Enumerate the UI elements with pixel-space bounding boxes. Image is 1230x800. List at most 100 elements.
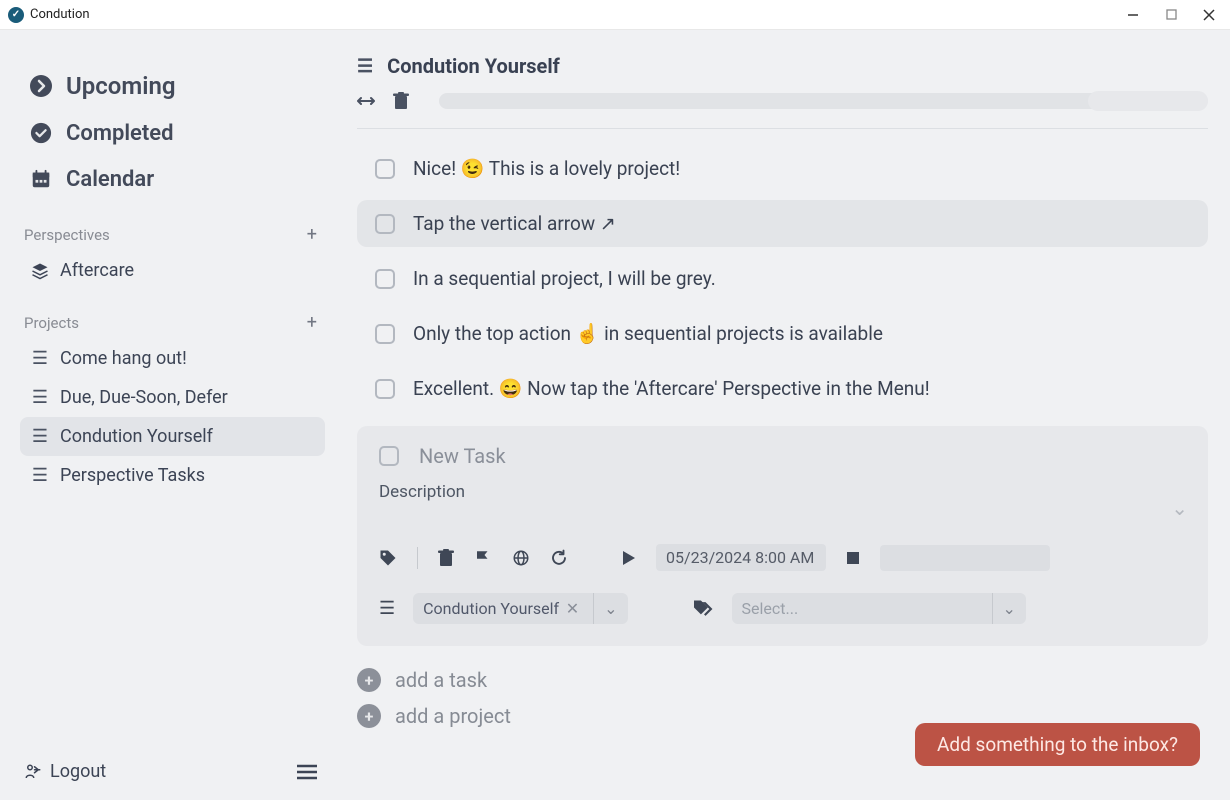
plus-circle-icon: + bbox=[357, 704, 381, 728]
inbox-prompt-text: Add something to the inbox? bbox=[937, 733, 1178, 756]
project-item-2[interactable]: ☰ Condution Yourself bbox=[20, 417, 325, 456]
inbox-quick-add[interactable]: Add something to the inbox? bbox=[915, 723, 1200, 766]
task-text: Excellent. 😄 Now tap the 'Aftercare' Per… bbox=[413, 377, 930, 400]
trash-icon[interactable] bbox=[438, 549, 454, 567]
perspective-item-aftercare[interactable]: Aftercare bbox=[20, 251, 325, 290]
task-checkbox[interactable] bbox=[375, 379, 395, 399]
project-header: ☰ Condution Yourself bbox=[357, 54, 1208, 78]
divider bbox=[357, 128, 1208, 129]
task-row[interactable]: Tap the vertical arrow ↗ bbox=[357, 200, 1208, 247]
stop-icon[interactable] bbox=[846, 551, 860, 565]
add-project-label: add a project bbox=[395, 704, 511, 728]
task-text: Tap the vertical arrow ↗ bbox=[413, 212, 616, 235]
list-icon: ☰ bbox=[30, 465, 50, 486]
separator bbox=[417, 547, 418, 569]
progress-bar[interactable] bbox=[439, 93, 1208, 109]
perspectives-header: Perspectives + bbox=[24, 224, 317, 245]
collapse-icon[interactable]: ⌄ bbox=[1171, 496, 1188, 520]
calendar-icon bbox=[28, 166, 54, 192]
task-text: Only the top action ☝️ in sequential pro… bbox=[413, 322, 883, 345]
task-text: Nice! 😉 This is a lovely project! bbox=[413, 157, 680, 180]
window-title: Condution bbox=[30, 7, 90, 22]
start-date-input[interactable]: 05/23/2024 8:00 AM bbox=[656, 544, 826, 571]
add-task-button[interactable]: + add a task bbox=[357, 668, 1208, 692]
nav-calendar[interactable]: Calendar bbox=[20, 156, 325, 202]
logout-button[interactable]: Logout bbox=[24, 761, 106, 782]
task-checkbox[interactable] bbox=[375, 269, 395, 289]
flag-icon[interactable] bbox=[474, 549, 492, 567]
logout-label: Logout bbox=[50, 761, 106, 782]
perspective-item-label: Aftercare bbox=[60, 260, 134, 281]
new-task-row2: ☰ Condution Yourself ✕ ⌄ Select... bbox=[379, 593, 1186, 624]
due-date-input[interactable] bbox=[880, 545, 1050, 571]
layers-icon bbox=[30, 262, 50, 280]
project-item-3[interactable]: ☰ Perspective Tasks bbox=[20, 456, 325, 495]
logout-icon bbox=[24, 763, 42, 781]
task-row[interactable]: Excellent. 😄 Now tap the 'Aftercare' Per… bbox=[357, 365, 1208, 412]
project-item-label: Condution Yourself bbox=[60, 426, 213, 447]
project-item-label: Perspective Tasks bbox=[60, 465, 205, 486]
new-task-header: New Task bbox=[379, 444, 1186, 468]
new-task-card: New Task Description ⌄ bbox=[357, 426, 1208, 646]
projects-label: Projects bbox=[24, 314, 79, 332]
nav-completed[interactable]: Completed bbox=[20, 110, 325, 156]
task-row[interactable]: In a sequential project, I will be grey. bbox=[357, 255, 1208, 302]
project-item-1[interactable]: ☰ Due, Due-Soon, Defer bbox=[20, 378, 325, 417]
nav-primary: Upcoming Completed Calendar bbox=[20, 62, 325, 202]
perspectives-label: Perspectives bbox=[24, 226, 110, 244]
nav-upcoming[interactable]: Upcoming bbox=[20, 62, 325, 110]
adders: + add a task + add a project bbox=[357, 668, 1208, 728]
task-row[interactable]: Nice! 😉 This is a lovely project! bbox=[357, 145, 1208, 192]
task-checkbox[interactable] bbox=[375, 324, 395, 344]
nav-completed-label: Completed bbox=[66, 121, 174, 146]
project-select[interactable]: Condution Yourself ✕ ⌄ bbox=[413, 593, 627, 624]
new-task-checkbox[interactable] bbox=[379, 446, 399, 466]
main-panel: ☰ Condution Yourself Nice! 😉 This is a l… bbox=[335, 30, 1230, 800]
progress-handle[interactable] bbox=[1088, 91, 1208, 111]
chevron-down-icon[interactable]: ⌄ bbox=[593, 593, 627, 624]
clear-project-button[interactable]: ✕ bbox=[562, 599, 583, 618]
list-icon: ☰ bbox=[30, 387, 50, 408]
add-task-label: add a task bbox=[395, 668, 487, 692]
task-text: In a sequential project, I will be grey. bbox=[413, 267, 716, 290]
project-item-label: Due, Due-Soon, Defer bbox=[60, 387, 228, 408]
play-icon[interactable] bbox=[622, 550, 636, 566]
delete-project-icon[interactable] bbox=[393, 92, 409, 110]
list-icon: ☰ bbox=[357, 56, 373, 77]
tag-select[interactable]: Select... ⌄ bbox=[732, 593, 1026, 624]
plus-circle-icon: + bbox=[357, 668, 381, 692]
minimize-button[interactable] bbox=[1126, 8, 1140, 22]
globe-icon[interactable] bbox=[512, 549, 530, 567]
titlebar: Condution bbox=[0, 0, 1230, 30]
list-icon: ☰ bbox=[30, 348, 50, 369]
task-row[interactable]: Only the top action ☝️ in sequential pro… bbox=[357, 310, 1208, 357]
maximize-button[interactable] bbox=[1164, 8, 1178, 22]
repeat-icon[interactable] bbox=[550, 549, 568, 567]
new-task-title-input[interactable]: New Task bbox=[419, 444, 506, 468]
new-task-description-input[interactable]: Description bbox=[379, 482, 1186, 502]
app-logo-icon bbox=[8, 7, 24, 23]
window-controls bbox=[1126, 8, 1222, 22]
menu-button[interactable] bbox=[297, 764, 317, 780]
list-icon: ☰ bbox=[30, 426, 50, 447]
new-task-toolbar: 05/23/2024 8:00 AM bbox=[379, 544, 1186, 571]
task-checkbox[interactable] bbox=[375, 214, 395, 234]
project-toolbar bbox=[357, 92, 1208, 110]
add-project-button[interactable]: + bbox=[307, 312, 317, 333]
tag-select-placeholder: Select... bbox=[742, 599, 799, 618]
tags-icon bbox=[694, 600, 714, 618]
nav-upcoming-label: Upcoming bbox=[66, 72, 176, 100]
add-perspective-button[interactable]: + bbox=[307, 224, 317, 245]
sidebar: Upcoming Completed Calendar Perspectives… bbox=[0, 30, 335, 800]
project-item-0[interactable]: ☰ Come hang out! bbox=[20, 339, 325, 378]
sequential-toggle-icon[interactable] bbox=[357, 95, 375, 107]
tag-icon[interactable] bbox=[379, 549, 397, 567]
check-circle-icon bbox=[28, 120, 54, 146]
project-select-value: Condution Yourself bbox=[423, 599, 559, 618]
chevron-down-icon[interactable]: ⌄ bbox=[992, 593, 1026, 624]
project-item-label: Come hang out! bbox=[60, 348, 187, 369]
chevron-right-circle-icon bbox=[28, 73, 54, 99]
nav-calendar-label: Calendar bbox=[66, 167, 154, 192]
close-button[interactable] bbox=[1202, 8, 1216, 22]
task-checkbox[interactable] bbox=[375, 159, 395, 179]
